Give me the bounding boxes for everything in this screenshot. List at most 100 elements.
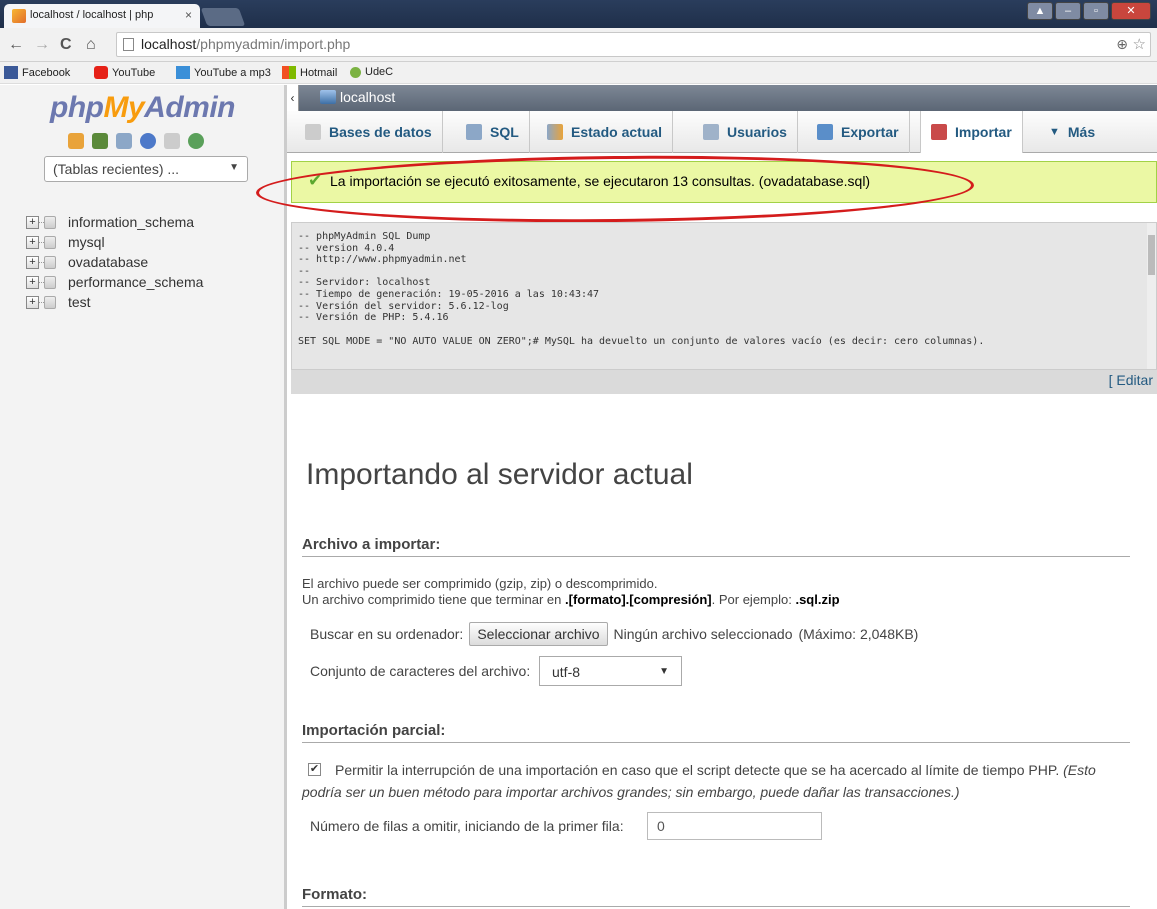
- minimize-button[interactable]: –: [1055, 2, 1081, 20]
- export-icon: [817, 124, 833, 140]
- docs-icon[interactable]: [164, 133, 180, 149]
- hotmail-icon: [282, 66, 296, 79]
- udec-icon: [350, 66, 361, 78]
- bookmark-hotmail[interactable]: Hotmail: [282, 66, 337, 79]
- breadcrumb-server[interactable]: localhost: [340, 89, 395, 105]
- db-item-mysql[interactable]: + mysql: [20, 233, 203, 253]
- url-host: localhost: [141, 36, 197, 52]
- mp3-icon: [176, 66, 190, 79]
- compression-note-1: El archivo puede ser comprimido (gzip, z…: [302, 576, 658, 591]
- browser-tab[interactable]: localhost / localhost | php ×: [4, 4, 200, 28]
- file-browse-row: Buscar en su ordenador: Seleccionar arch…: [310, 622, 918, 646]
- import-icon: [931, 124, 947, 140]
- forward-icon[interactable]: →: [34, 36, 50, 54]
- window-controls: ▲ – ▫ ✕: [1027, 2, 1151, 20]
- page-title: Importando al servidor actual: [306, 458, 693, 491]
- format-section-heading: Formato:: [302, 886, 1130, 907]
- sql-scrollbar[interactable]: [1147, 223, 1156, 369]
- choose-file-button[interactable]: Seleccionar archivo: [469, 622, 608, 646]
- bookmark-youtube-mp3[interactable]: YouTube a mp3: [176, 66, 271, 79]
- sql-dump-output: -- phpMyAdmin SQL Dump -- version 4.0.4 …: [291, 222, 1157, 370]
- partial-import-heading: Importación parcial:: [302, 722, 1130, 743]
- browser-tab-strip: localhost / localhost | php × ▲ – ▫ ✕: [0, 0, 1157, 28]
- bookmark-youtube[interactable]: YouTube: [94, 66, 155, 79]
- allow-interrupt-checkbox[interactable]: ✔: [308, 763, 321, 776]
- navigation-panel: phpMyAdmin (Tablas recientes) ... ▼ + in…: [0, 85, 287, 909]
- bookmarks-bar: Facebook YouTube YouTube a mp3 Hotmail U…: [0, 62, 1157, 84]
- tab-close-icon[interactable]: ×: [185, 8, 192, 22]
- no-file-text: Ningún archivo seleccionado: [613, 626, 793, 642]
- databases-icon: [305, 124, 321, 140]
- database-icon: [44, 216, 56, 229]
- home-icon[interactable]: ⌂: [86, 36, 96, 54]
- db-item-ovadatabase[interactable]: + ovadatabase: [20, 253, 203, 273]
- help-icon[interactable]: [140, 133, 156, 149]
- sql-query-icon[interactable]: [116, 133, 132, 149]
- back-icon[interactable]: ←: [8, 36, 24, 54]
- phpmyadmin-logo[interactable]: phpMyAdmin: [50, 91, 235, 125]
- sql-icon: [466, 124, 482, 140]
- recent-tables-select[interactable]: (Tablas recientes) ... ▼: [44, 156, 248, 182]
- expand-icon[interactable]: +: [26, 296, 39, 309]
- expand-icon[interactable]: +: [26, 216, 39, 229]
- browse-label: Buscar en su ordenador:: [310, 626, 464, 642]
- home-icon[interactable]: [68, 133, 84, 149]
- collapse-panel-icon[interactable]: ‹: [287, 85, 299, 111]
- tab-title: localhost / localhost | php: [30, 9, 154, 21]
- new-tab-button[interactable]: [200, 8, 246, 26]
- phpmyadmin-favicon-icon: [12, 9, 26, 23]
- edit-bar: [ Editar: [291, 370, 1157, 394]
- zoom-icon[interactable]: ⊕: [1116, 36, 1128, 53]
- expand-icon[interactable]: +: [26, 276, 39, 289]
- skip-rows-input[interactable]: 0: [647, 812, 822, 840]
- charset-select[interactable]: utf-8 ▼: [539, 656, 682, 686]
- tab-status[interactable]: Estado actual: [537, 111, 674, 153]
- database-icon: [44, 276, 56, 289]
- user-icon[interactable]: ▲: [1027, 2, 1053, 20]
- database-icon: [44, 256, 56, 269]
- max-size-text: (Máximo: 2,048KB): [798, 626, 919, 642]
- chevron-down-icon: ▼: [659, 666, 669, 677]
- url-input[interactable]: localhost/phpmyadmin/import.php ⊕ ☆: [116, 32, 1151, 57]
- bookmark-udec[interactable]: UdeC: [350, 66, 393, 78]
- quick-icons: [68, 133, 204, 149]
- tab-sql[interactable]: SQL: [456, 111, 530, 153]
- users-icon: [703, 124, 719, 140]
- tab-import[interactable]: Importar: [920, 111, 1023, 153]
- skip-rows-label: Número de filas a omitir, iniciando de l…: [310, 818, 624, 834]
- triangle-down-icon: ▼: [1049, 126, 1060, 138]
- database-icon: [44, 236, 56, 249]
- db-item-test[interactable]: + test: [20, 293, 203, 313]
- tab-more[interactable]: ▼ Más: [1039, 111, 1105, 153]
- page-icon: [123, 38, 134, 51]
- reload-icon[interactable]: [188, 133, 204, 149]
- expand-icon[interactable]: +: [26, 236, 39, 249]
- maximize-button[interactable]: ▫: [1083, 2, 1109, 20]
- file-section-heading: Archivo a importar:: [302, 536, 1130, 557]
- compression-note-2: Un archivo comprimido tiene que terminar…: [302, 592, 840, 607]
- bookmark-star-icon[interactable]: ☆: [1133, 35, 1146, 53]
- bookmark-facebook[interactable]: Facebook: [4, 66, 70, 79]
- scrollbar-thumb[interactable]: [1148, 235, 1155, 275]
- edit-link[interactable]: [ Editar: [1109, 372, 1153, 388]
- tab-export[interactable]: Exportar: [807, 111, 910, 153]
- facebook-icon: [4, 66, 18, 79]
- allow-interrupt-label: Permitir la interrupción de una importac…: [335, 762, 1096, 778]
- expand-icon[interactable]: +: [26, 256, 39, 269]
- charset-label: Conjunto de caracteres del archivo:: [310, 663, 531, 679]
- tab-databases[interactable]: Bases de datos: [295, 111, 443, 153]
- db-item-performance-schema[interactable]: + performance_schema: [20, 273, 203, 293]
- status-icon: [547, 124, 563, 140]
- breadcrumb: ‹ localhost: [287, 85, 1157, 111]
- database-icon: [44, 296, 56, 309]
- tab-users[interactable]: Usuarios: [693, 111, 798, 153]
- chevron-down-icon: ▼: [229, 162, 239, 173]
- database-tree: + information_schema + mysql + ovadataba…: [20, 213, 203, 313]
- top-menu: Bases de datos SQL Estado actual Usuario…: [287, 111, 1157, 153]
- url-path: /phpmyadmin/import.php: [196, 36, 351, 52]
- db-item-information-schema[interactable]: + information_schema: [20, 213, 203, 233]
- logout-icon[interactable]: [92, 133, 108, 149]
- reload-icon[interactable]: C: [60, 36, 72, 54]
- youtube-icon: [94, 66, 108, 79]
- close-window-button[interactable]: ✕: [1111, 2, 1151, 20]
